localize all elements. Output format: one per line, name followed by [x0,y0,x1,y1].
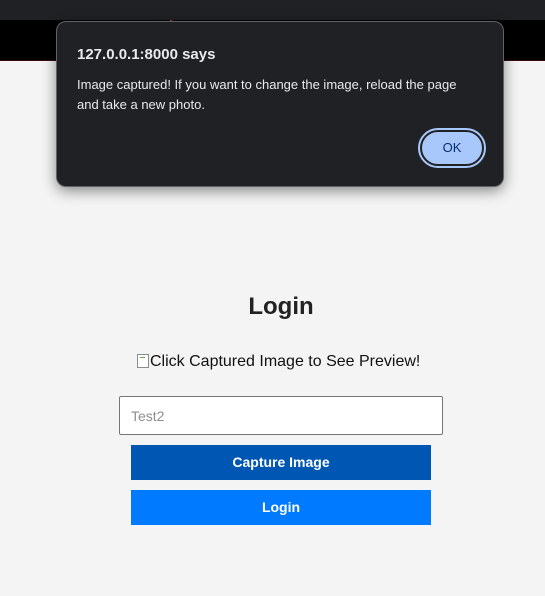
ok-button[interactable]: OK [418,128,486,168]
alert-dialog: 127.0.0.1:8000 says Image captured! If y… [56,21,504,187]
preview-alt-text: Click Captured Image to See Preview! [150,353,421,370]
dialog-message: Image captured! If you want to change th… [77,77,457,112]
name-input[interactable] [119,396,443,435]
broken-image-icon [137,354,149,368]
browser-top-bar [0,0,545,20]
captured-image-preview[interactable]: Click Captured Image to See Preview! [137,352,420,372]
capture-image-button[interactable]: Capture Image [131,445,431,480]
dialog-title: 127.0.0.1:8000 says [77,46,216,63]
login-button[interactable]: Login [131,490,431,525]
login-title: Login [248,293,314,320]
